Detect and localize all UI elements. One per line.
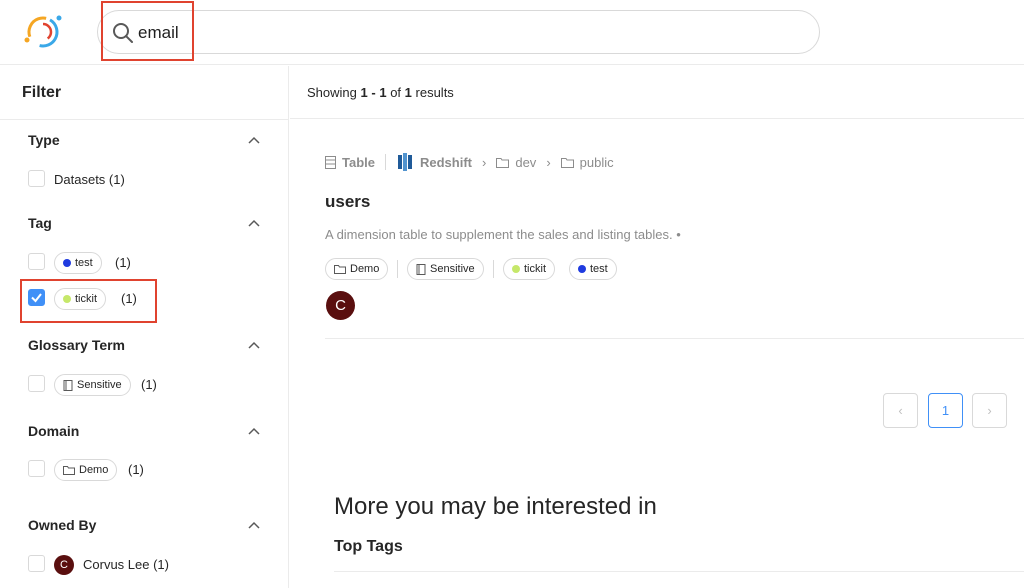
page-1-button[interactable]: 1 (928, 393, 963, 428)
term-pill[interactable]: Sensitive (407, 258, 484, 280)
domain-demo-checkbox[interactable] (28, 460, 45, 477)
redshift-logo-icon (398, 153, 412, 171)
divider (325, 338, 1024, 339)
chevron-right-icon: › (482, 154, 487, 170)
datasets-option-label: Datasets (1) (54, 172, 125, 187)
divider (334, 571, 1024, 572)
more-interested-title: More you may be interested in (334, 493, 657, 520)
domain-section-title[interactable]: Domain (28, 423, 79, 439)
chevron-up-icon[interactable] (248, 341, 260, 349)
top-header: email (0, 0, 1024, 65)
owner-section-title[interactable]: Owned By (28, 517, 96, 533)
avatar: C (54, 555, 74, 575)
platform-name[interactable]: Redshift (420, 155, 472, 170)
tickit-highlight-box (20, 279, 157, 323)
filter-sidebar: Filter Type Datasets (1) Tag test (1) ti… (0, 66, 289, 588)
owner-avatar[interactable]: C (326, 291, 355, 320)
domain-demo-pill: Demo (54, 459, 118, 481)
book-icon (416, 263, 426, 275)
type-section-title[interactable]: Type (28, 132, 60, 148)
tag-dot-icon (578, 265, 586, 273)
chevron-up-icon[interactable] (248, 219, 260, 227)
domain-pill[interactable]: Demo (325, 258, 389, 280)
chevron-up-icon[interactable] (248, 427, 260, 435)
divider (397, 260, 398, 278)
term-sensitive-count: (1) (141, 377, 157, 392)
chevron-up-icon[interactable] (248, 521, 260, 529)
tag-test-count: (1) (115, 255, 131, 270)
chevron-up-icon[interactable] (248, 136, 260, 144)
table-icon (325, 155, 336, 169)
filter-title: Filter (22, 84, 62, 101)
domain-demo-count: (1) (128, 462, 144, 477)
breadcrumb: Table Redshift › dev › public (325, 153, 614, 171)
folder-icon (334, 265, 346, 274)
results-panel: Showing 1 - 1 of 1 results Table Redshif… (290, 66, 1024, 588)
owner-checkbox[interactable] (28, 555, 45, 572)
folder-icon (496, 157, 510, 168)
glossary-section-title[interactable]: Glossary Term (28, 337, 125, 353)
tag-label: test (75, 257, 93, 269)
domain-label: Demo (350, 263, 380, 275)
datasets-checkbox[interactable] (28, 170, 45, 187)
folder-icon (560, 157, 574, 168)
entity-type: Table (342, 154, 375, 170)
next-page-button[interactable]: › (972, 393, 1007, 428)
path-dev[interactable]: dev (515, 155, 536, 170)
top-tags-heading: Top Tags (334, 538, 403, 555)
folder-icon (63, 466, 75, 475)
tag-label: test (590, 263, 608, 275)
tag-dot-icon (63, 259, 71, 267)
tag-section-title[interactable]: Tag (28, 215, 52, 231)
owner-option-label: Corvus Lee (1) (83, 557, 169, 572)
tag-test-pill[interactable]: test (569, 258, 617, 280)
term-label: Sensitive (77, 379, 122, 391)
app-logo-icon[interactable] (21, 10, 65, 54)
search-highlight-box (101, 1, 194, 61)
search-bar[interactable]: email (97, 10, 820, 54)
book-icon (63, 379, 73, 391)
domain-label: Demo (79, 464, 109, 476)
divider (493, 260, 494, 278)
term-sensitive-checkbox[interactable] (28, 375, 45, 392)
divider (0, 119, 288, 120)
result-description: A dimension table to supplement the sale… (325, 227, 681, 242)
result-title[interactable]: users (325, 192, 370, 212)
chevron-right-icon: › (546, 154, 551, 170)
divider (290, 118, 1024, 119)
tag-label: tickit (524, 263, 546, 275)
tag-dot-icon (512, 265, 520, 273)
results-count: Showing 1 - 1 of 1 results (307, 85, 454, 100)
tag-test-pill: test (54, 252, 102, 274)
tag-test-checkbox[interactable] (28, 253, 45, 270)
tag-tickit-pill[interactable]: tickit (503, 258, 555, 280)
path-public[interactable]: public (580, 155, 614, 170)
term-sensitive-pill: Sensitive (54, 374, 131, 396)
prev-page-button[interactable]: ‹ (883, 393, 918, 428)
divider (385, 154, 386, 170)
term-label: Sensitive (430, 263, 475, 275)
